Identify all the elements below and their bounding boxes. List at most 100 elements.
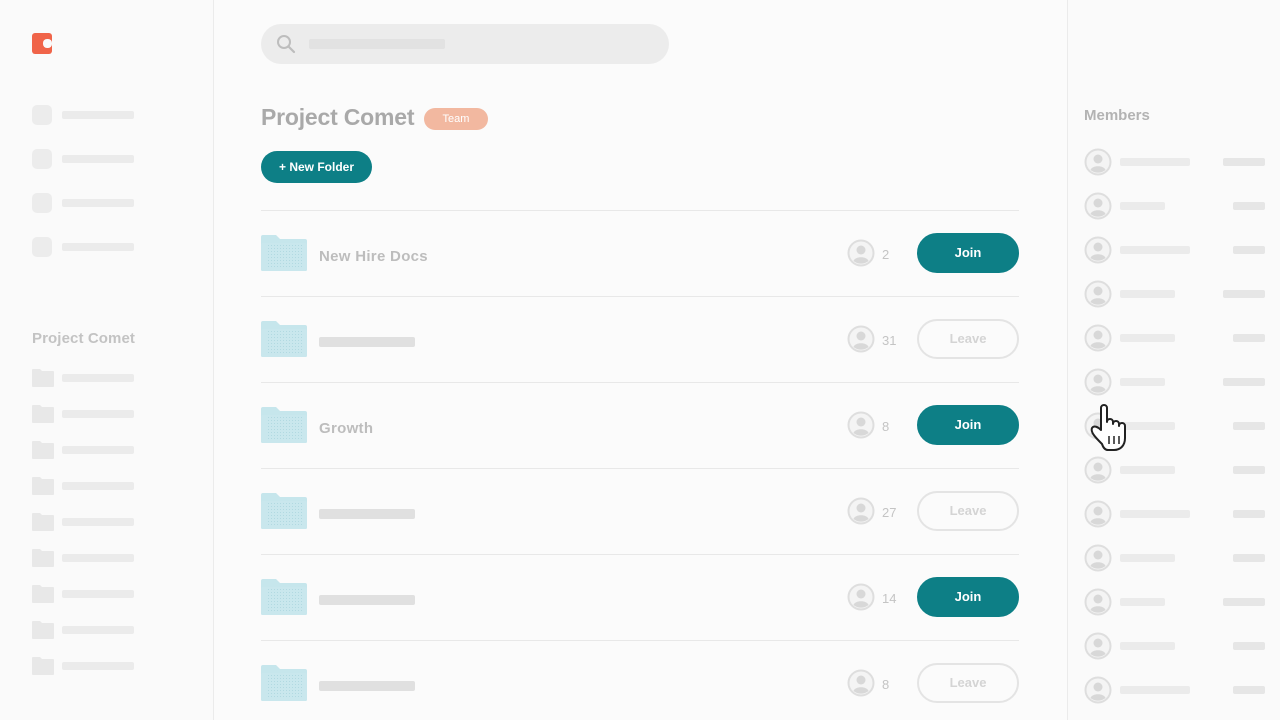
- member-role-placeholder: [1233, 642, 1265, 650]
- member-name-placeholder: [1120, 334, 1175, 342]
- folder-row[interactable]: New Hire Docs 2 Join: [261, 210, 1019, 296]
- folder-label-placeholder: [62, 518, 134, 526]
- sidebar-folder-item[interactable]: [32, 441, 192, 459]
- folder-name-placeholder: [319, 681, 415, 691]
- sidebar-folder-item[interactable]: [32, 657, 192, 675]
- folder-icon: [32, 549, 54, 567]
- member-item[interactable]: [1084, 280, 1265, 308]
- new-folder-button[interactable]: + New Folder: [261, 151, 372, 183]
- sidebar-nav-item[interactable]: [32, 237, 192, 257]
- join-button[interactable]: Join: [917, 405, 1019, 445]
- folder-row[interactable]: 31 Leave: [261, 296, 1019, 382]
- folder-icon: [32, 657, 54, 675]
- folder-row[interactable]: 14 Join: [261, 554, 1019, 640]
- sidebar-folder-item[interactable]: [32, 513, 192, 531]
- folder-row[interactable]: 8 Leave: [261, 640, 1019, 720]
- join-button[interactable]: Join: [917, 577, 1019, 617]
- member-item[interactable]: [1084, 544, 1265, 572]
- member-name-placeholder: [1120, 290, 1175, 298]
- sidebar: Project Comet: [0, 0, 214, 720]
- member-avatar-icon: [1084, 192, 1112, 220]
- folder-label-placeholder: [62, 662, 134, 670]
- member-avatar-icon: [1084, 544, 1112, 572]
- member-count: 8: [882, 677, 890, 692]
- folder-icon: [32, 441, 54, 459]
- folder-name-placeholder: [319, 337, 415, 347]
- folder-icon: [261, 493, 307, 534]
- folder-icon: [32, 369, 54, 387]
- folder-label-placeholder: [62, 374, 134, 382]
- member-item[interactable]: [1084, 368, 1265, 396]
- brand-logo-icon[interactable]: [32, 33, 52, 54]
- member-name-placeholder: [1120, 686, 1190, 694]
- member-item[interactable]: [1084, 456, 1265, 484]
- member-role-placeholder: [1233, 334, 1265, 342]
- folder-icon: [261, 235, 307, 276]
- member-item[interactable]: [1084, 500, 1265, 528]
- member-count: 31: [882, 333, 897, 348]
- folder-label-placeholder: [62, 410, 134, 418]
- folder-name[interactable]: New Hire Docs: [319, 248, 428, 265]
- nav-square-icon: [32, 237, 52, 257]
- folder-name[interactable]: Growth: [319, 420, 373, 437]
- member-role-placeholder: [1233, 422, 1265, 430]
- folder-label-placeholder: [62, 590, 134, 598]
- folder-icon: [261, 321, 307, 362]
- nav-label-placeholder: [62, 243, 134, 251]
- sidebar-folder-item[interactable]: [32, 477, 192, 495]
- sidebar-folder-item[interactable]: [32, 369, 192, 387]
- leave-button[interactable]: Leave: [917, 663, 1019, 703]
- members-title: Members: [1084, 107, 1150, 124]
- leave-button[interactable]: Leave: [917, 319, 1019, 359]
- folder-icon: [32, 513, 54, 531]
- member-role-placeholder: [1233, 466, 1265, 474]
- member-role-placeholder: [1223, 158, 1265, 166]
- folder-label-placeholder: [62, 554, 134, 562]
- member-name-placeholder: [1120, 378, 1165, 386]
- member-count: 2: [882, 247, 890, 262]
- member-role-placeholder: [1223, 598, 1265, 606]
- folder-label-placeholder: [62, 626, 134, 634]
- member-name-placeholder: [1120, 598, 1165, 606]
- member-name-placeholder: [1120, 466, 1175, 474]
- folder-row[interactable]: Growth 8 Join: [261, 382, 1019, 468]
- member-item[interactable]: [1084, 632, 1265, 660]
- hand-pointer-icon: [1090, 404, 1126, 451]
- sidebar-folder-item[interactable]: [32, 621, 192, 639]
- member-item[interactable]: [1084, 676, 1265, 704]
- folder-icon: [261, 579, 307, 620]
- member-item[interactable]: [1084, 324, 1265, 352]
- folder-label-placeholder: [62, 446, 134, 454]
- sidebar-folder-item[interactable]: [32, 585, 192, 603]
- nav-square-icon: [32, 105, 52, 125]
- member-item[interactable]: [1084, 588, 1265, 616]
- nav-square-icon: [32, 193, 52, 213]
- member-avatar-icon: [1084, 324, 1112, 352]
- sidebar-folder-item[interactable]: [32, 549, 192, 567]
- member-item[interactable]: [1084, 148, 1265, 176]
- member-avatar-icon: [1084, 368, 1112, 396]
- member-count: 8: [882, 419, 890, 434]
- sidebar-nav-item[interactable]: [32, 105, 192, 125]
- user-avatar-icon: [847, 583, 875, 616]
- member-role-placeholder: [1223, 290, 1265, 298]
- user-avatar-icon: [847, 497, 875, 530]
- member-avatar-icon: [1084, 280, 1112, 308]
- member-item[interactable]: [1084, 236, 1265, 264]
- sidebar-nav-item[interactable]: [32, 193, 192, 213]
- search-placeholder-bar: [309, 39, 445, 49]
- folder-icon: [32, 405, 54, 423]
- join-button[interactable]: Join: [917, 233, 1019, 273]
- folder-row[interactable]: 27 Leave: [261, 468, 1019, 554]
- sidebar-folder-item[interactable]: [32, 405, 192, 423]
- folder-icon: [32, 477, 54, 495]
- folder-name-placeholder: [319, 595, 415, 605]
- search-input[interactable]: [261, 24, 669, 64]
- member-role-placeholder: [1223, 378, 1265, 386]
- member-item[interactable]: [1084, 192, 1265, 220]
- leave-button[interactable]: Leave: [917, 491, 1019, 531]
- team-badge: Team: [424, 108, 488, 130]
- member-avatar-icon: [1084, 632, 1112, 660]
- sidebar-nav-item[interactable]: [32, 149, 192, 169]
- member-avatar-icon: [1084, 148, 1112, 176]
